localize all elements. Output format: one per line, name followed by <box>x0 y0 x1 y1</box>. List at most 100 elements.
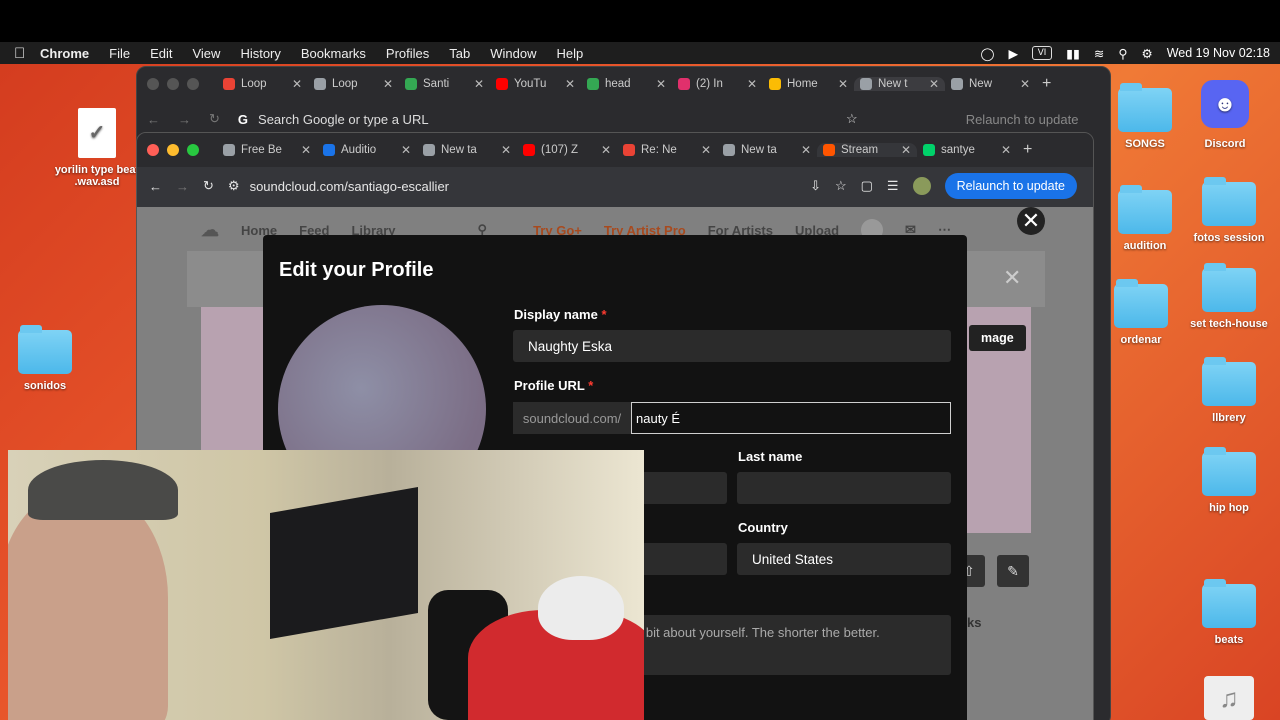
minimize-window-button[interactable] <box>167 144 179 156</box>
menu-view[interactable]: View <box>192 46 220 61</box>
desktop-file-yorilin[interactable]: ✓ yorilin type beat .wav.asd <box>52 108 142 188</box>
desktop-app-discord[interactable]: ☻ Discord <box>1180 80 1270 150</box>
zoom-window-button[interactable] <box>187 78 199 90</box>
close-icon[interactable]: ✕ <box>474 77 484 91</box>
close-icon[interactable]: ✕ <box>801 143 811 157</box>
music-file-icon[interactable]: ♫ <box>1204 676 1254 720</box>
close-icon[interactable]: ✕ <box>383 77 393 91</box>
control-center-icon[interactable]: ⚙ <box>1141 46 1152 61</box>
close-icon[interactable]: ✕ <box>292 77 302 91</box>
back-arrow-icon[interactable]: ← <box>147 112 160 127</box>
menu-bookmarks[interactable]: Bookmarks <box>301 46 366 61</box>
tab-back-7[interactable]: New t ✕ <box>854 77 945 91</box>
last-name-input[interactable] <box>737 472 951 504</box>
macos-menu-bar:  Chrome File Edit View History Bookmark… <box>0 42 1280 64</box>
close-icon[interactable]: ✕ <box>838 77 848 91</box>
back-arrow-icon[interactable]: ← <box>149 179 162 194</box>
desktop-folder-sonidos[interactable]: sonidos <box>0 325 90 392</box>
tab-front-0[interactable]: Free Be ✕ <box>217 143 317 157</box>
wifi-icon[interactable]: ≋ <box>1094 46 1104 61</box>
tab-back-3[interactable]: YouTu ✕ <box>490 77 581 91</box>
upload-image-button[interactable]: mage <box>969 325 1026 351</box>
close-icon[interactable]: ✕ <box>901 143 911 157</box>
tab-front-3[interactable]: (107) Z ✕ <box>517 143 617 157</box>
star-icon[interactable]: ☆ <box>846 111 858 127</box>
install-icon[interactable]: ⇩ <box>810 178 821 194</box>
soundcloud-logo-icon[interactable]: ☁ <box>201 220 219 241</box>
forward-arrow-icon[interactable]: → <box>178 112 191 127</box>
play-icon[interactable]: ▶ <box>1008 46 1018 61</box>
close-icon[interactable]: ✕ <box>1020 77 1030 91</box>
menu-history[interactable]: History <box>240 46 280 61</box>
tab-back-4[interactable]: head ✕ <box>581 77 672 91</box>
display-name-input[interactable]: Naughty Eska <box>513 330 951 362</box>
new-tab-icon[interactable]: + <box>1023 141 1032 159</box>
edit-icon[interactable]: ✎ <box>997 555 1029 587</box>
close-icon[interactable]: ✕ <box>301 143 311 157</box>
reload-icon[interactable]: ↻ <box>209 111 220 127</box>
tab-back-8[interactable]: New ✕ <box>945 77 1036 91</box>
vi-icon[interactable]: VI <box>1032 46 1053 60</box>
close-window-button[interactable] <box>147 144 159 156</box>
tab-back-6[interactable]: Home ✕ <box>763 77 854 91</box>
tab-back-1[interactable]: Loop ✕ <box>308 77 399 91</box>
tab-front-7[interactable]: santye ✕ <box>917 143 1017 157</box>
close-icon[interactable]: ✕ <box>501 143 511 157</box>
menu-edit[interactable]: Edit <box>150 46 172 61</box>
menu-window[interactable]: Window <box>490 46 536 61</box>
star-icon[interactable]: ☆ <box>835 178 847 194</box>
wordpress-icon[interactable]: ◯ <box>980 46 994 61</box>
desktop-folder-set-tech-house[interactable]: set tech-house <box>1184 263 1274 330</box>
tab-back-0[interactable]: Loop ✕ <box>217 77 308 91</box>
media-icon[interactable]: ☰ <box>887 178 899 194</box>
relaunch-button[interactable]: Relaunch to update <box>944 173 1077 199</box>
tab-front-1[interactable]: Auditio ✕ <box>317 143 417 157</box>
country-input[interactable]: United States <box>737 543 951 575</box>
tab-front-2[interactable]: New ta ✕ <box>417 143 517 157</box>
close-icon[interactable]: ✕ <box>1001 143 1011 157</box>
desktop-folder-fotos-session[interactable]: fotos session <box>1184 177 1274 244</box>
address-bar[interactable]: ⚙ soundcloud.com/santiago-escallier <box>228 178 796 194</box>
search-icon[interactable]: ⚲ <box>1118 46 1127 61</box>
close-icon[interactable]: ✕ <box>929 77 939 91</box>
tab-front-5[interactable]: New ta ✕ <box>717 143 817 157</box>
toolbar-front: ← → ↻ ⚙ soundcloud.com/santiago-escallie… <box>137 167 1093 205</box>
forward-arrow-icon[interactable]: → <box>176 179 189 194</box>
site-info-icon[interactable]: ⚙ <box>228 178 240 194</box>
close-icon[interactable]: ✕ <box>401 143 411 157</box>
apple-menu-icon[interactable]:  <box>14 45 40 62</box>
desktop-folder-audition[interactable]: audition <box>1100 185 1190 252</box>
menu-file[interactable]: File <box>109 46 130 61</box>
desktop-folder-beats[interactable]: beats <box>1184 579 1274 646</box>
zoom-window-button[interactable] <box>187 144 199 156</box>
close-icon[interactable]: ✕ <box>565 77 575 91</box>
menu-clock[interactable]: Wed 19 Nov 02:18 <box>1167 46 1270 60</box>
close-modal-button[interactable]: ✕ <box>1017 207 1045 235</box>
profile-url-input[interactable]: nauty É <box>631 402 951 434</box>
minimize-window-button[interactable] <box>167 78 179 90</box>
close-icon[interactable]: ✕ <box>747 77 757 91</box>
menu-help[interactable]: Help <box>557 46 584 61</box>
relaunch-button-back[interactable]: Relaunch to update <box>966 112 1079 127</box>
desktop-folder-llbrery[interactable]: llbrery <box>1184 357 1274 424</box>
close-window-button[interactable] <box>147 78 159 90</box>
desktop-folder-hip-hop[interactable]: hip hop <box>1184 447 1274 514</box>
close-icon[interactable]: ✕ <box>701 143 711 157</box>
profile-avatar[interactable] <box>912 177 931 195</box>
tab-front-6[interactable]: Stream ✕ <box>817 143 917 157</box>
desktop-folder-songs[interactable]: SONGS <box>1100 83 1190 150</box>
menu-app-name[interactable]: Chrome <box>40 46 89 61</box>
reload-icon[interactable]: ↻ <box>203 178 214 194</box>
tab-back-5[interactable]: (2) In ✕ <box>672 77 763 91</box>
close-icon[interactable]: ✕ <box>656 77 666 91</box>
battery-icon[interactable]: ▮▮ <box>1066 46 1080 61</box>
close-panel-icon[interactable]: ✕ <box>1003 265 1021 291</box>
new-tab-icon[interactable]: + <box>1042 75 1051 93</box>
extensions-icon[interactable]: ▢ <box>861 178 873 194</box>
close-icon[interactable]: ✕ <box>601 143 611 157</box>
menu-tab[interactable]: Tab <box>449 46 470 61</box>
tab-back-2[interactable]: Santi ✕ <box>399 77 490 91</box>
tab-front-4[interactable]: Re: Ne ✕ <box>617 143 717 157</box>
menu-profiles[interactable]: Profiles <box>386 46 429 61</box>
omnibox-back[interactable]: Search Google or type a URL <box>258 112 828 127</box>
